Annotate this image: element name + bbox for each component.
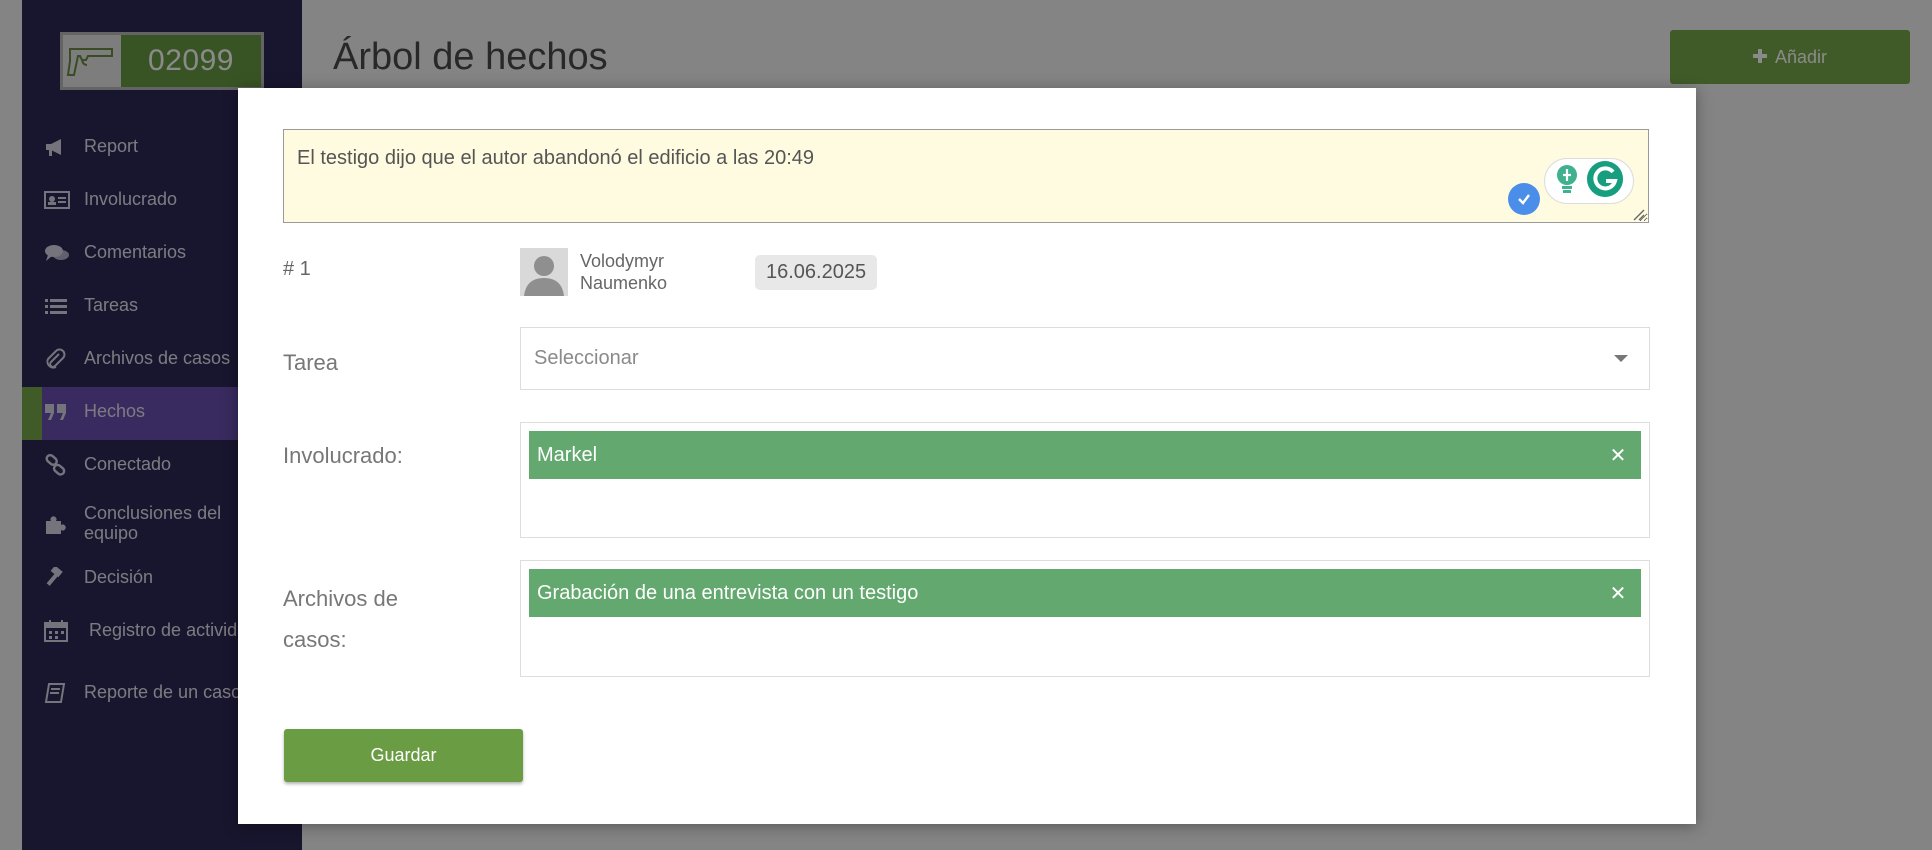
case-files-multiselect[interactable]: Grabación de una entrevista con un testi… [520,560,1650,677]
involved-multiselect[interactable]: Markel ✕ [520,422,1650,538]
case-file-chip: Grabación de una entrevista con un testi… [529,569,1641,617]
task-select-placeholder: Seleccionar [534,347,639,369]
author-first-name: Volodymyr [580,251,665,271]
involved-label: Involucrado: [283,443,403,468]
fact-number: # 1 [283,258,311,280]
resize-handle-icon[interactable] [1631,207,1645,221]
task-select[interactable]: Seleccionar [520,327,1650,390]
save-button[interactable]: Guardar [284,729,523,782]
author-name: Volodymyr Naumenko [580,250,720,294]
close-icon[interactable]: ✕ [1607,444,1629,467]
fact-edit-modal: El testigo dijo que el autor abandonó el… [238,88,1696,824]
grammarly-logo-icon[interactable] [1586,160,1624,203]
chip-label: Grabación de una entrevista con un testi… [537,581,919,604]
involved-chip: Markel ✕ [529,431,1641,479]
checkmark-icon[interactable] [1508,183,1540,215]
grammarly-widget[interactable] [1544,158,1634,204]
task-label: Tarea [283,350,339,375]
fact-date: 16.06.2025 [755,255,878,290]
fact-textarea[interactable]: El testigo dijo que el autor abandonó el… [283,129,1649,223]
author-last-name: Naumenko [580,273,668,293]
case-files-label: Archivos de casos: [283,586,398,652]
chevron-down-icon [1614,355,1628,362]
close-icon[interactable]: ✕ [1607,582,1629,605]
avatar [520,248,568,296]
lightbulb-icon[interactable] [1554,163,1580,200]
chip-label: Markel [537,443,598,466]
